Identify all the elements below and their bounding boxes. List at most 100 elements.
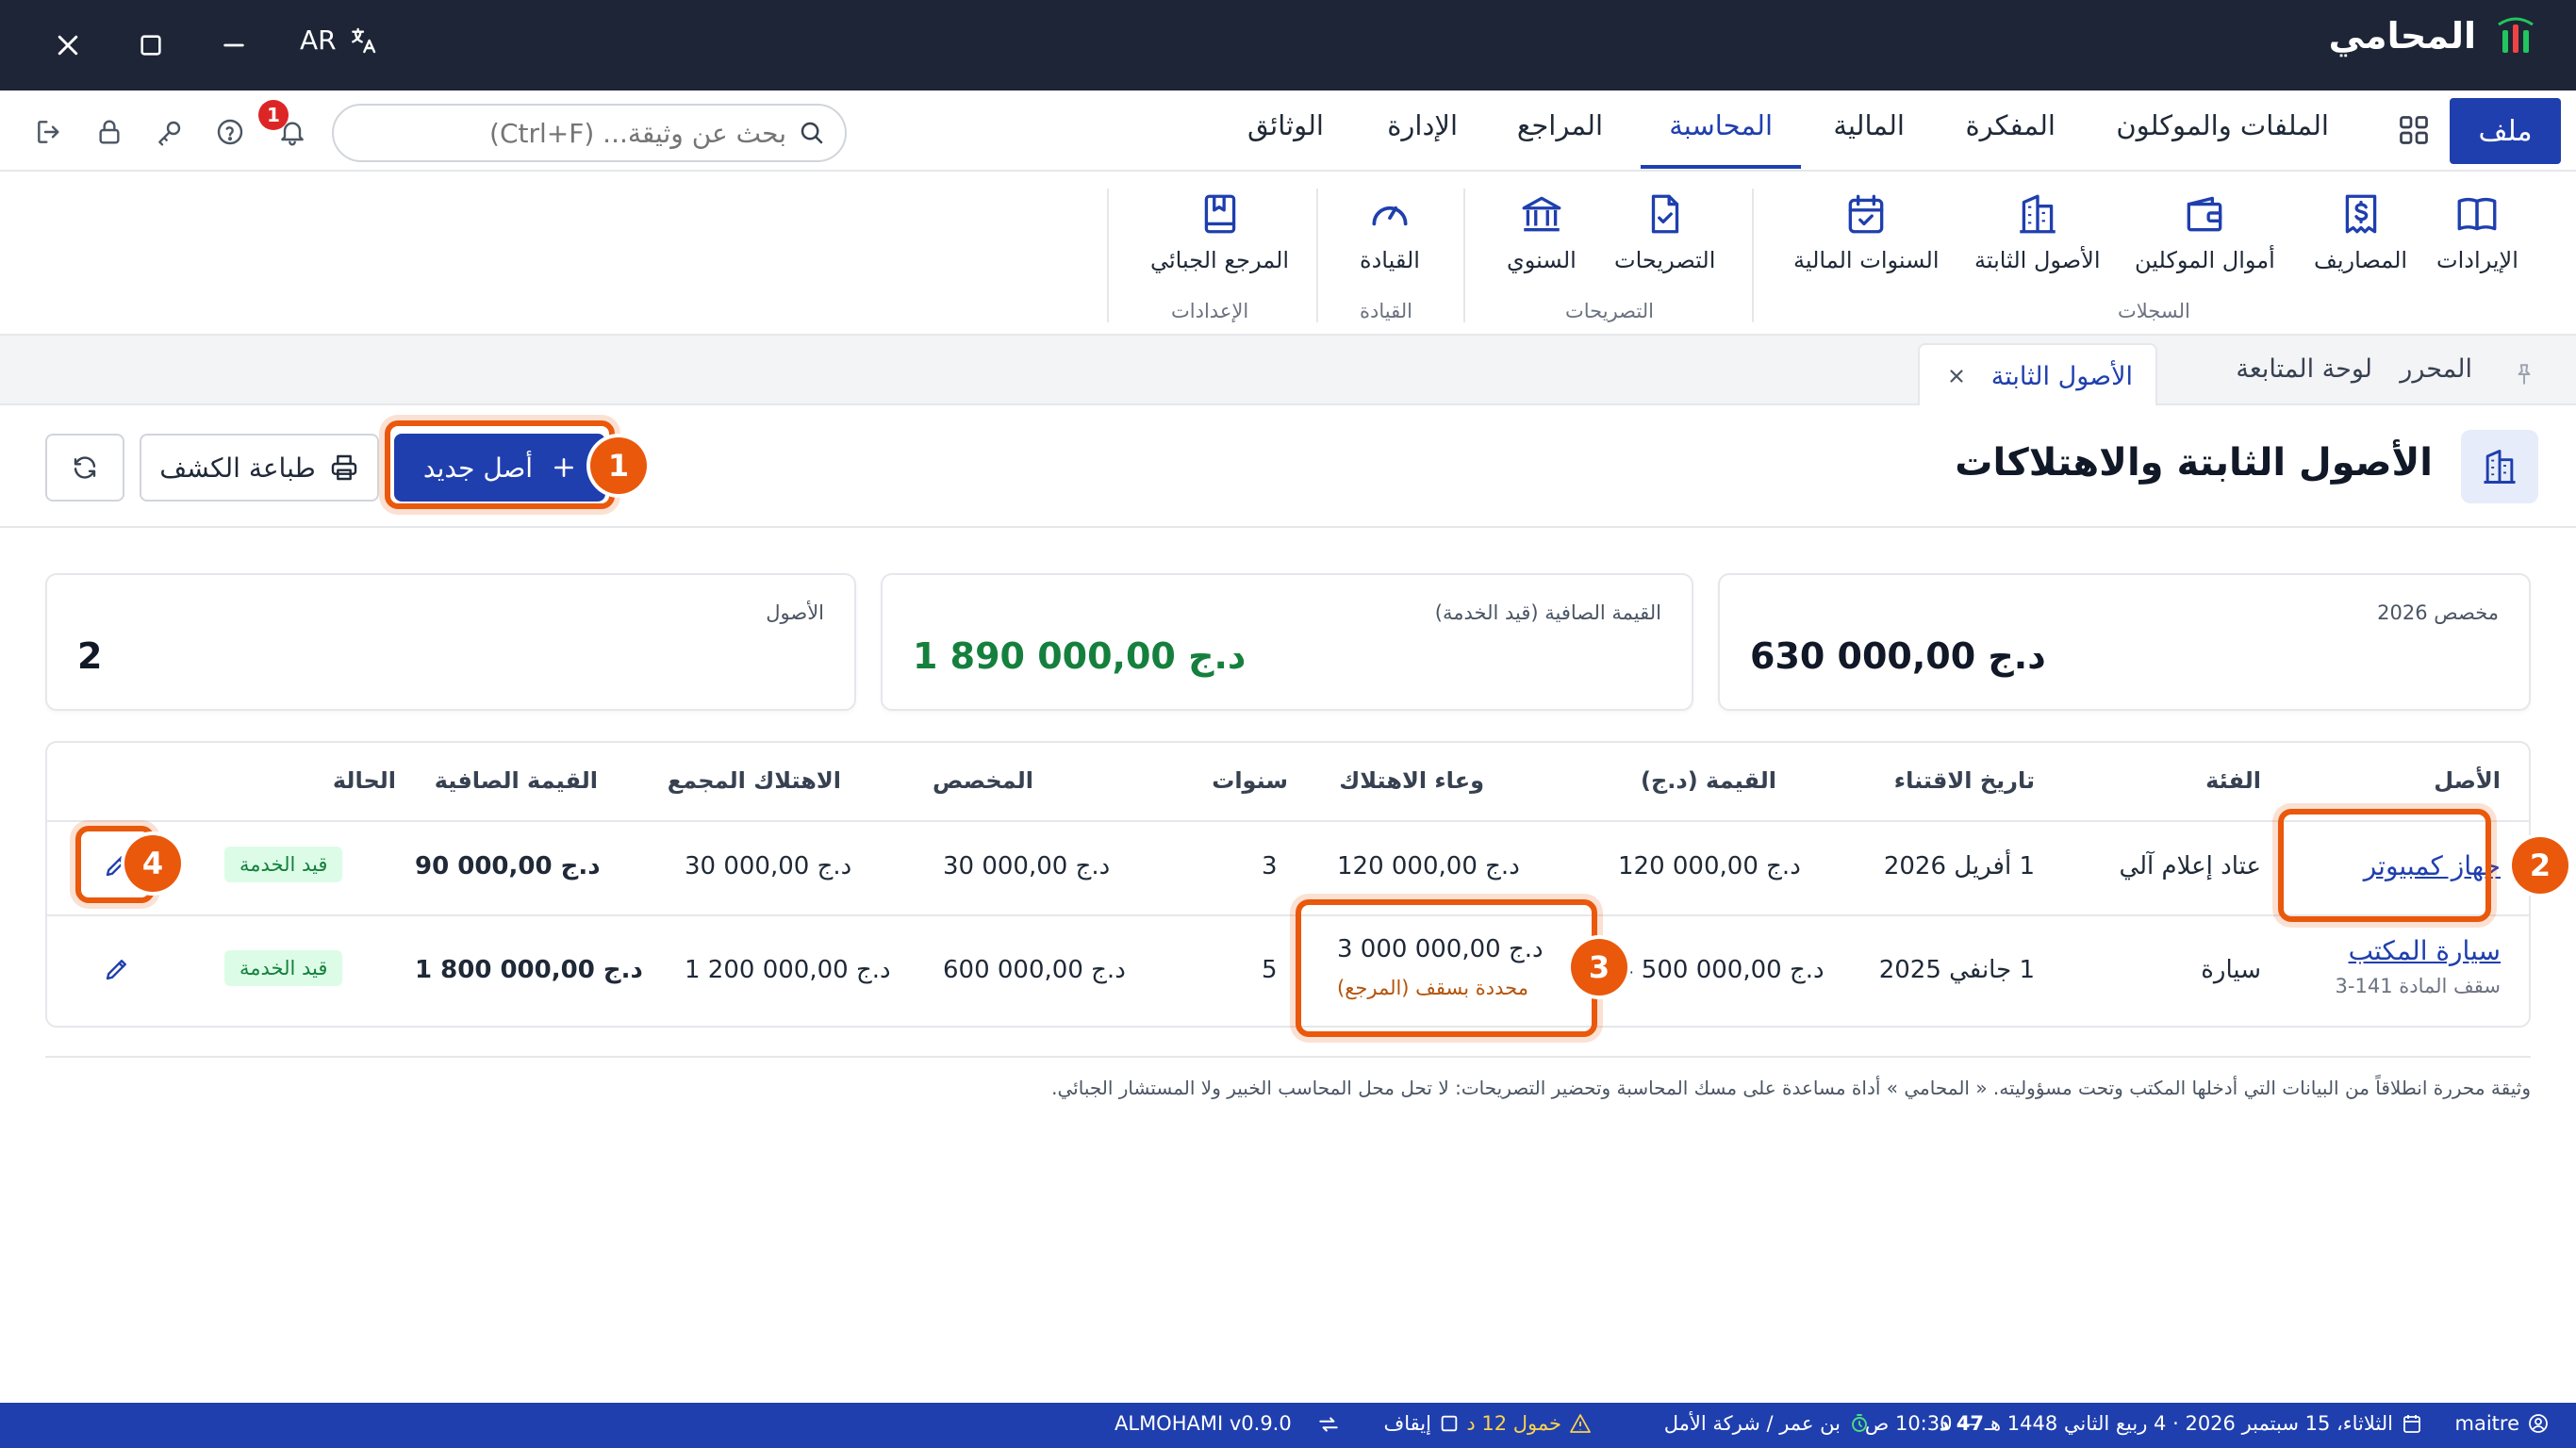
ribbon-item-client-funds[interactable]: أموال الموكلين [2135,190,2275,273]
search-icon [798,119,826,147]
app-brand: المحامي [2329,15,2538,57]
cell-net-value: 90 000,00 د.ج [415,852,601,880]
plus-icon [554,458,574,477]
menu-tab-documents[interactable]: الوثائق [1247,109,1324,141]
ribbon-item-declarations[interactable]: التصريحات [1614,190,1715,273]
cell-depreciation-base: 120 000,00 د.ج [1337,852,1520,880]
column-header-net-value[interactable]: القيمة الصافية [435,767,598,794]
status-idle-warning: خمول 12 د [1466,1412,1592,1435]
ribbon-label: القيادة [1360,247,1420,273]
menu-tab-files-clients[interactable]: الملفات والموكلون [2116,109,2329,141]
lock-button[interactable] [91,113,128,151]
key-button[interactable] [151,113,189,151]
minimize-window-button[interactable] [211,23,256,68]
tab-label: الأصول الثابتة [1990,362,2133,391]
bookmark-book-icon [1204,194,1235,234]
cell-acquisition-date: 1 جانفي 2025 [1878,956,2035,984]
ribbon-group-settings: الإعدادات [1171,300,1249,322]
stop-square-icon [1441,1415,1458,1432]
ribbon-item-tax-reference[interactable]: المرجع الجبائي [1150,190,1289,273]
apps-grid-button[interactable] [2397,113,2435,151]
help-button[interactable] [211,113,249,151]
ribbon-separator [1752,189,1754,322]
tab-fixed-assets[interactable]: الأصول الثابتة [1918,343,2157,407]
ribbon-label: التصريحات [1614,247,1716,273]
ribbon-item-fixed-assets[interactable]: الأصول الثابتة [1974,190,2101,273]
cell-depreciation-base: 3 000 000,00 د.ج [1337,935,1544,963]
logout-button[interactable] [30,113,68,151]
ribbon-item-fiscal-years[interactable]: السنوات المالية [1793,190,1940,273]
cell-base-cap-note: محددة بسقف (المرجع) [1337,977,1528,999]
building-icon [2020,194,2056,234]
status-pause-label: إيقاف [1383,1412,1431,1435]
column-header-asset[interactable]: الأصل [2434,767,2501,794]
asset-link[interactable]: جهاز كمبيوتر [2364,850,2501,881]
ribbon-label: المصاريف [2314,247,2408,273]
refresh-icon [74,456,96,479]
language-switcher[interactable]: AR [300,25,378,56]
stat-card-value: 1 890 000,00 د.ج [913,635,1247,677]
status-version: ALMOHAMI v0.9.0 [1115,1412,1292,1435]
callout-number: 3 [1571,939,1627,996]
ribbon-item-revenues[interactable]: الإيرادات [2436,190,2518,273]
refresh-button[interactable] [45,434,124,502]
column-header-years[interactable]: سنوات [1212,767,1288,794]
close-window-button[interactable] [45,23,91,68]
search-input[interactable] [356,115,786,151]
row-divider [47,914,2529,916]
stat-card-value: 630 000,00 د.ج [1750,635,2046,677]
column-header-status[interactable]: الحالة [333,767,396,794]
file-menu-button[interactable]: ملف [2450,98,2561,164]
maximize-icon [140,35,161,56]
cell-value: 120 000,00 د.ج [1618,852,1801,880]
ribbon-item-dashboard[interactable]: القيادة [1360,190,1420,273]
menu-tab-agenda[interactable]: المفكرة [1965,109,2056,141]
column-header-cumulative-depreciation[interactable]: الاهتلاك المجمع [668,767,841,794]
pin-icon[interactable] [2512,362,2536,387]
menu-tab-finance[interactable]: المالية [1833,109,1905,141]
status-pause-button[interactable]: إيقاف [1384,1412,1460,1435]
footer-divider [45,1056,2531,1058]
ribbon-group-declarations: التصريحات [1565,300,1654,322]
asset-link[interactable]: سيارة المكتب [2349,935,2501,966]
cell-allocation: 30 000,00 د.ج [943,852,1111,880]
search-box [332,104,847,162]
calendar-check-icon [1848,194,1884,234]
edit-button[interactable] [96,948,138,990]
ribbon-group-registers: السجلات [2118,300,2190,322]
ribbon-item-annual[interactable]: السنوي [1507,190,1577,273]
pencil-icon [106,960,126,980]
menu-tab-references[interactable]: المراجع [1517,109,1603,141]
tab-editor[interactable]: المحرر [2400,354,2472,384]
stat-card-title: مخصص 2026 [2377,601,2499,624]
status-amount: 47 د [1939,1412,1984,1435]
key-icon [158,121,181,146]
wallet-icon [2188,196,2222,232]
status-sync-button[interactable] [1316,1412,1341,1437]
column-header-acquisition-date[interactable]: تاريخ الاقتناء [1894,767,2035,794]
printer-icon [331,454,357,481]
column-header-allocation[interactable]: المخصص [933,767,1033,794]
menu-tab-accounting[interactable]: المحاسبة [1669,109,1773,141]
new-asset-label: أصل جديد [422,452,534,484]
ribbon-separator [1316,189,1318,322]
print-statement-button[interactable]: طباعة الكشف [140,434,379,502]
status-timer: بن عمر / شركة الأمل [1664,1412,1871,1435]
cell-years: 5 [1262,956,1278,984]
tab-close-button[interactable] [1946,366,1967,387]
column-header-category[interactable]: الفئة [2205,767,2261,794]
new-asset-button[interactable]: أصل جديد [394,434,605,502]
column-header-depreciation-base[interactable]: وعاء الاهتلاك [1339,767,1484,794]
status-badge: قيد الخدمة [224,950,343,986]
callout-number: 2 [2512,837,2568,894]
stat-card-assets-count: الأصول 2 [45,573,856,711]
ribbon-separator [1107,189,1109,322]
ribbon-item-expenses[interactable]: المصاريف [2314,190,2407,273]
column-header-value[interactable]: القيمة (د.ج) [1641,767,1776,794]
menu-tab-administration[interactable]: الإدارة [1387,109,1458,141]
ribbon-label: الإيرادات [2436,247,2518,273]
tab-dashboard[interactable]: لوحة المتابعة [2236,354,2372,384]
maximize-window-button[interactable] [128,23,173,68]
status-user[interactable]: maitre [2455,1412,2551,1435]
cell-cumulative: 30 000,00 د.ج [685,852,852,880]
